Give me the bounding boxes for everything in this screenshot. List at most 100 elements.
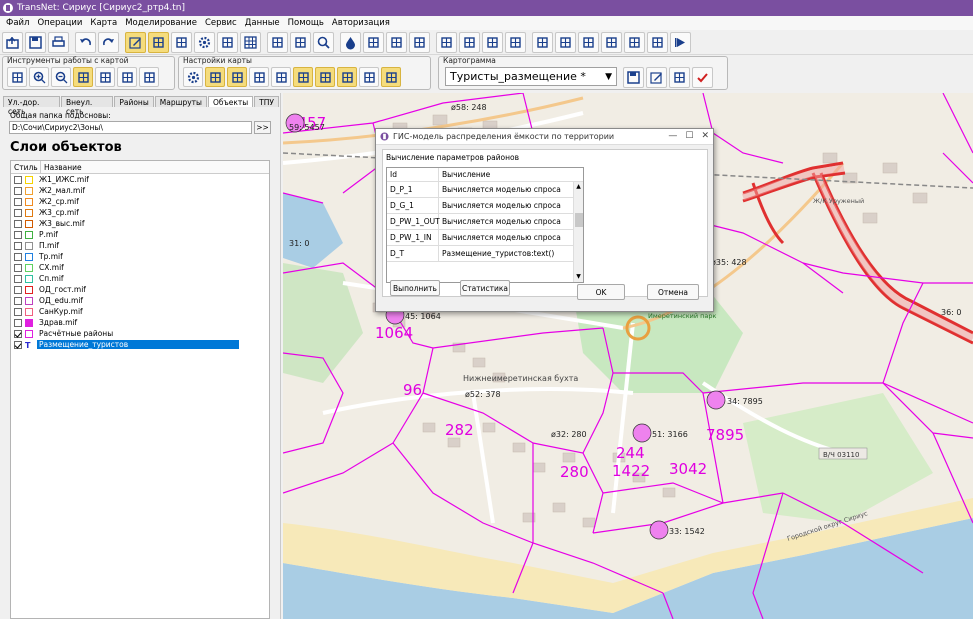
layer-style-swatch[interactable] (25, 296, 33, 305)
table-scrollbar[interactable]: ▲ ▼ (573, 182, 583, 282)
tab-4[interactable]: Объекты (207, 96, 254, 107)
layer-style-swatch[interactable] (25, 263, 33, 272)
minimize-icon[interactable]: — (668, 131, 677, 141)
drop-down-button[interactable] (363, 32, 384, 53)
settings-button[interactable] (194, 32, 215, 53)
layer-checkbox[interactable] (14, 285, 22, 294)
layer-checkbox[interactable] (14, 241, 22, 250)
grid-edit-button[interactable] (505, 32, 526, 53)
layer-row[interactable]: Ж3_выс.mif (11, 218, 269, 229)
edit-button[interactable] (125, 32, 146, 53)
play-button[interactable] (670, 32, 691, 53)
layer-row[interactable]: СанКур.mif (11, 306, 269, 317)
layer-style-swatch[interactable] (25, 252, 33, 261)
layer-checkbox[interactable] (14, 230, 22, 239)
undo-button[interactable] (75, 32, 96, 53)
menu-modeling[interactable]: Моделирование (121, 18, 201, 28)
scroll-thumb[interactable] (574, 213, 583, 227)
network-edit-button[interactable] (555, 32, 576, 53)
tab-3[interactable]: Маршруты (154, 96, 207, 107)
select-polygon-button[interactable] (117, 67, 137, 87)
network-check-button[interactable] (624, 32, 645, 53)
menu-map[interactable]: Карта (86, 18, 121, 28)
refresh-button[interactable] (139, 67, 159, 87)
gear-button[interactable] (183, 67, 203, 87)
save-button[interactable] (623, 67, 644, 88)
layer-style-swatch[interactable] (25, 197, 33, 206)
image-button[interactable] (359, 67, 379, 87)
layer-style-swatch[interactable] (25, 274, 33, 283)
select-rect-button[interactable] (73, 67, 93, 87)
zoom-in-button[interactable] (29, 67, 49, 87)
tab-2[interactable]: Районы (114, 96, 154, 107)
ok-button[interactable]: OK (577, 284, 625, 300)
layer-row[interactable]: Ж3_ср.mif (11, 207, 269, 218)
polygon-button[interactable] (293, 67, 313, 87)
table-button[interactable] (240, 32, 261, 53)
menu-data[interactable]: Данные (241, 18, 284, 28)
save-button[interactable] (25, 32, 46, 53)
col-style[interactable]: Стиль (11, 161, 41, 173)
layer-checkbox[interactable] (14, 263, 22, 272)
node-button[interactable] (249, 67, 269, 87)
scroll-down-icon[interactable]: ▼ (574, 272, 583, 281)
layer-checkbox[interactable] (14, 252, 22, 261)
check-button[interactable] (692, 67, 713, 88)
menu-auth[interactable]: Авторизация (328, 18, 394, 28)
network-delete-button[interactable] (578, 32, 599, 53)
layer-row[interactable]: П.mif (11, 240, 269, 251)
stats-button[interactable]: Статистика (460, 280, 510, 296)
layer-style-swatch[interactable] (25, 186, 33, 195)
menu-service[interactable]: Сервис (201, 18, 241, 28)
layer-checkbox[interactable] (14, 197, 22, 206)
layer-style-swatch[interactable] (25, 329, 33, 338)
col-name[interactable]: Название (41, 161, 269, 173)
layer-style-swatch[interactable] (25, 307, 33, 316)
cartogram-select[interactable]: Туристы_размещение * ▼ (445, 67, 617, 86)
cancel-button[interactable]: Отмена (647, 284, 699, 300)
grid-settings-button[interactable] (482, 32, 503, 53)
layer-row[interactable]: Ж1_ИЖС.mif (11, 174, 269, 185)
select-lasso-button[interactable] (95, 67, 115, 87)
layer-checkbox[interactable] (14, 329, 22, 338)
calc-row[interactable]: D_P_1 Вычисляется моделью спроса (387, 182, 573, 198)
grid-table-button[interactable] (436, 32, 457, 53)
nodes-button[interactable] (337, 67, 357, 87)
route-button[interactable] (267, 32, 288, 53)
layer-row[interactable]: T Размещение_туристов (11, 339, 269, 350)
tab-1[interactable]: Внеул. сеть (61, 96, 114, 116)
layer-checkbox[interactable] (14, 208, 22, 217)
drop-button[interactable] (340, 32, 361, 53)
search-button[interactable] (313, 32, 334, 53)
layer-style-swatch[interactable]: T (25, 341, 33, 350)
redo-button[interactable] (98, 32, 119, 53)
layer-checkbox[interactable] (14, 318, 22, 327)
calc-row[interactable]: D_T Размещение_туристов:text() (387, 246, 573, 262)
layer-row[interactable]: Расчётные районы (11, 328, 269, 339)
gears-button[interactable] (217, 32, 238, 53)
layer-checkbox[interactable] (14, 186, 22, 195)
layer-row[interactable]: Ж2_мал.mif (11, 185, 269, 196)
zoom-out-button[interactable] (51, 67, 71, 87)
open-button[interactable] (2, 32, 23, 53)
maximize-icon[interactable]: ☐ (685, 131, 693, 141)
road-button[interactable] (227, 67, 247, 87)
layer-row[interactable]: ОД_гост.mif (11, 284, 269, 295)
calc-row[interactable]: D_G_1 Вычисляется моделью спроса (387, 198, 573, 214)
fullscreen-button[interactable] (7, 67, 27, 87)
menu-operations[interactable]: Операции (33, 18, 86, 28)
layers-zoom-button[interactable] (386, 32, 407, 53)
grid-add-button[interactable] (459, 32, 480, 53)
layer-style-swatch[interactable] (25, 318, 33, 327)
scroll-up-icon[interactable]: ▲ (574, 182, 583, 191)
layer-row[interactable]: Ж2_ср.mif (11, 196, 269, 207)
folder-path-input[interactable]: D:\Сочи\Сириус2\Зоны\ (9, 121, 252, 134)
hand-button[interactable] (315, 67, 335, 87)
layer-style-swatch[interactable] (25, 208, 33, 217)
calc-row[interactable]: D_PW_1_IN Вычисляется моделью спроса (387, 230, 573, 246)
layer-row[interactable]: Сп.mif (11, 273, 269, 284)
browse-button[interactable]: >> (254, 121, 271, 134)
layer-checkbox[interactable] (14, 219, 22, 228)
calc-row[interactable]: D_PW_1_OUT Вычисляется моделью спроса (387, 214, 573, 230)
layer-style-swatch[interactable] (25, 285, 33, 294)
